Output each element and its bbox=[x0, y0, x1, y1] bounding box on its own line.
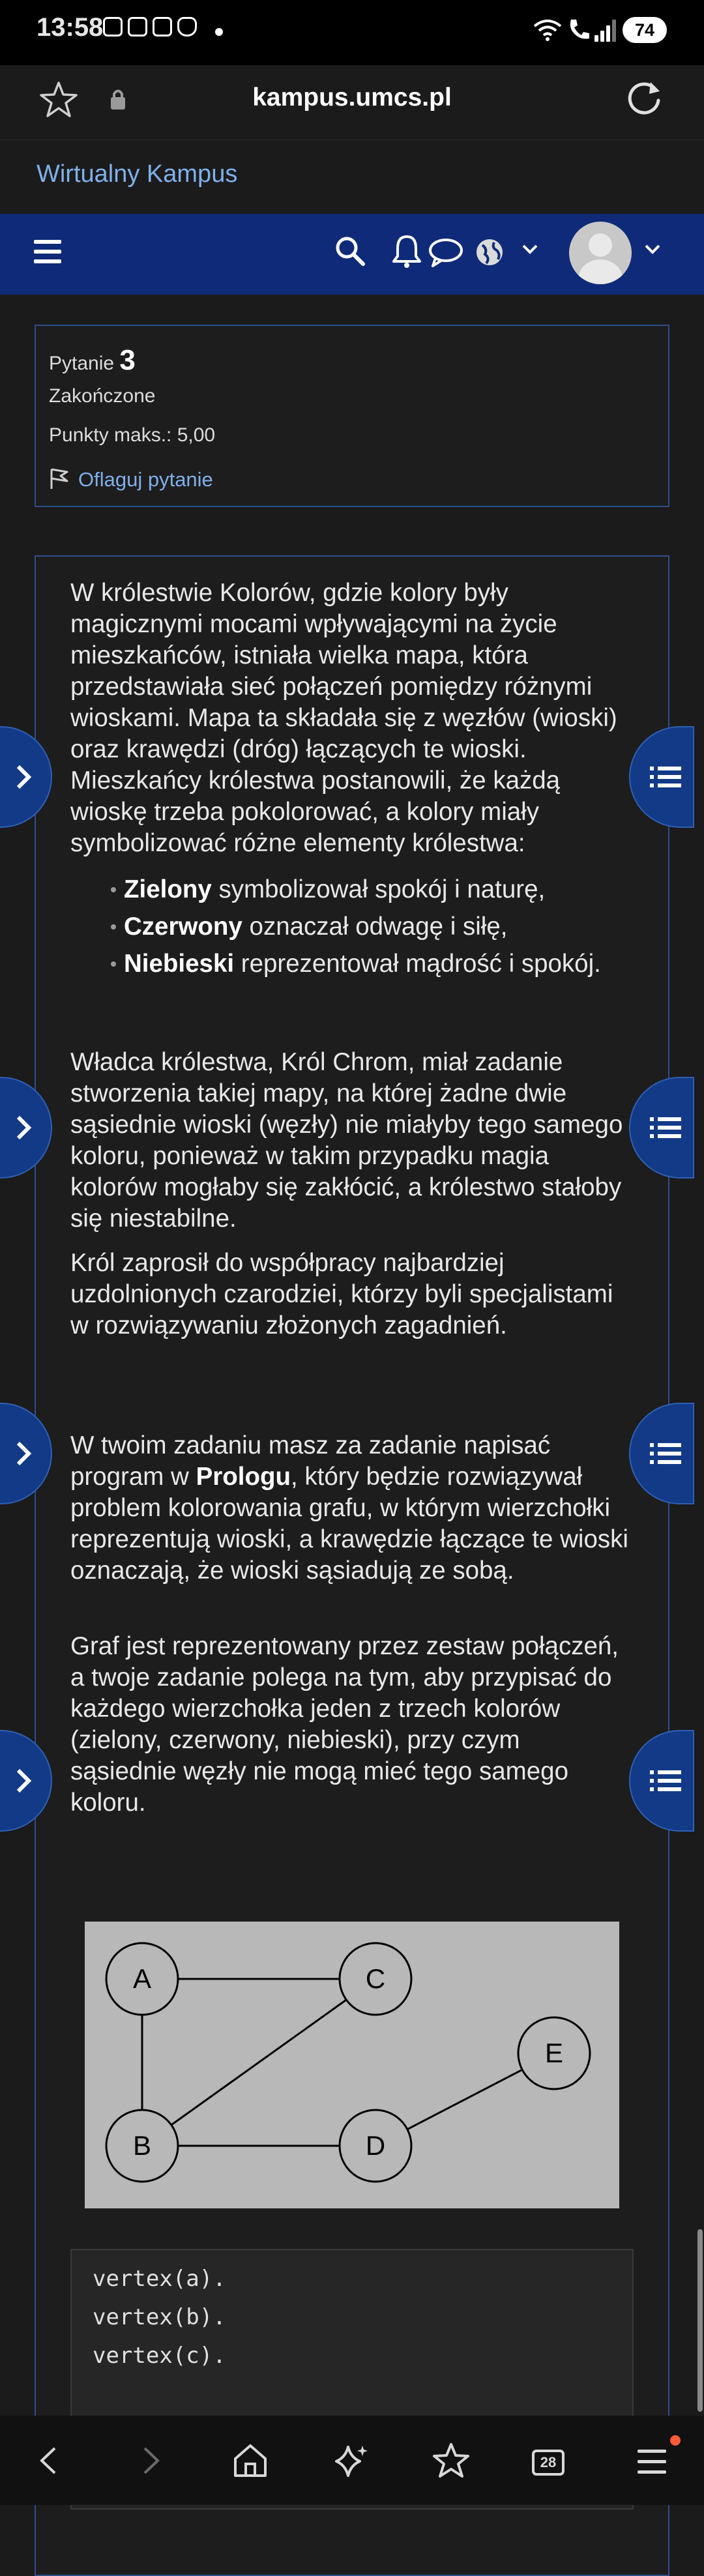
flag-question-link[interactable]: Oflaguj pytanie bbox=[78, 468, 213, 491]
graph-diagram: A B C D E bbox=[85, 1922, 619, 2208]
question-points: Punkty maks.: 5,00 bbox=[49, 424, 216, 446]
ai-sparkle-icon[interactable] bbox=[331, 2443, 370, 2480]
search-icon[interactable] bbox=[334, 235, 366, 267]
tabs-count-button[interactable]: 28 bbox=[532, 2450, 565, 2476]
paragraph-intro: W królestwie Kolorów, gdzie kolory były … bbox=[70, 579, 617, 857]
favorites-star-icon[interactable] bbox=[432, 2442, 471, 2480]
language-globe-icon[interactable] bbox=[475, 237, 505, 267]
site-title-link[interactable]: Wirtualny Kampus bbox=[37, 160, 237, 188]
battery-indicator: 74 bbox=[623, 17, 667, 43]
list-icon bbox=[650, 1443, 681, 1464]
node-d-label: D bbox=[366, 2130, 385, 2161]
question-number: 3 bbox=[119, 344, 136, 376]
paragraph-task: W twoim zadaniu masz za zadanie napisać … bbox=[70, 1431, 628, 1585]
list-item-red: Czerwony oznaczał odwagę i siłę, bbox=[111, 908, 639, 945]
code-line: vertex(a). bbox=[93, 2266, 226, 2292]
menu-badge-dot bbox=[670, 2435, 681, 2446]
list-item-green: Zielony symbolizował spokój i naturę, bbox=[111, 871, 639, 908]
node-b-label: B bbox=[133, 2130, 151, 2161]
chevron-right-icon bbox=[16, 765, 32, 789]
node-c-label: C bbox=[366, 1963, 385, 1994]
twitch-icon bbox=[128, 17, 147, 37]
list-icon bbox=[650, 1117, 681, 1138]
list-item-blue: Niebieski reprezentował mądrość i spokój… bbox=[111, 945, 639, 982]
home-icon[interactable] bbox=[232, 2443, 269, 2478]
back-icon[interactable] bbox=[37, 2446, 60, 2476]
edge-b-c bbox=[141, 1978, 376, 2147]
chevron-right-icon bbox=[16, 1768, 32, 1793]
list-icon bbox=[650, 1770, 681, 1791]
paragraph-wizards: Król zaprosił do współpracy najbardziej … bbox=[70, 1249, 613, 1339]
user-menu-chevron-icon[interactable] bbox=[644, 244, 661, 256]
code-line: vertex(c). bbox=[93, 2343, 226, 2369]
call-icon bbox=[570, 20, 589, 39]
reload-icon[interactable] bbox=[624, 78, 665, 119]
chevron-down-icon[interactable] bbox=[521, 244, 538, 256]
hamburger-menu-icon[interactable] bbox=[34, 240, 61, 263]
node-a-label: A bbox=[133, 1963, 151, 1994]
code-line: vertex(b). bbox=[93, 2304, 226, 2330]
screenshot-icon bbox=[103, 17, 123, 37]
signal-icon bbox=[594, 18, 617, 42]
chevron-right-icon bbox=[16, 1441, 32, 1466]
question-label: Pytanie 3 bbox=[49, 344, 136, 376]
page-scrollbar[interactable] bbox=[697, 2229, 703, 2412]
notifications-bell-icon[interactable] bbox=[391, 233, 422, 269]
forward-icon[interactable] bbox=[139, 2446, 163, 2476]
user-avatar[interactable] bbox=[569, 222, 632, 284]
messenger-icon bbox=[153, 17, 172, 37]
status-time: 13:58 bbox=[37, 13, 104, 42]
flag-icon[interactable] bbox=[49, 467, 70, 490]
messages-icon[interactable] bbox=[428, 237, 464, 269]
node-e-label: E bbox=[545, 2038, 563, 2068]
menu-icon[interactable] bbox=[638, 2450, 666, 2474]
discord-icon bbox=[177, 17, 197, 37]
paragraph-graph: Graf jest reprezentowany przez zestaw po… bbox=[70, 1632, 619, 1817]
wifi-icon bbox=[533, 20, 562, 41]
list-icon bbox=[650, 767, 681, 787]
paragraph-king: Władca królestwa, Król Chrom, miał zadan… bbox=[70, 1048, 623, 1233]
chevron-right-icon bbox=[16, 1115, 32, 1140]
notification-dot-icon bbox=[215, 28, 223, 36]
question-state: Zakończone bbox=[49, 385, 156, 407]
url-text[interactable]: kampus.umcs.pl bbox=[0, 83, 704, 112]
